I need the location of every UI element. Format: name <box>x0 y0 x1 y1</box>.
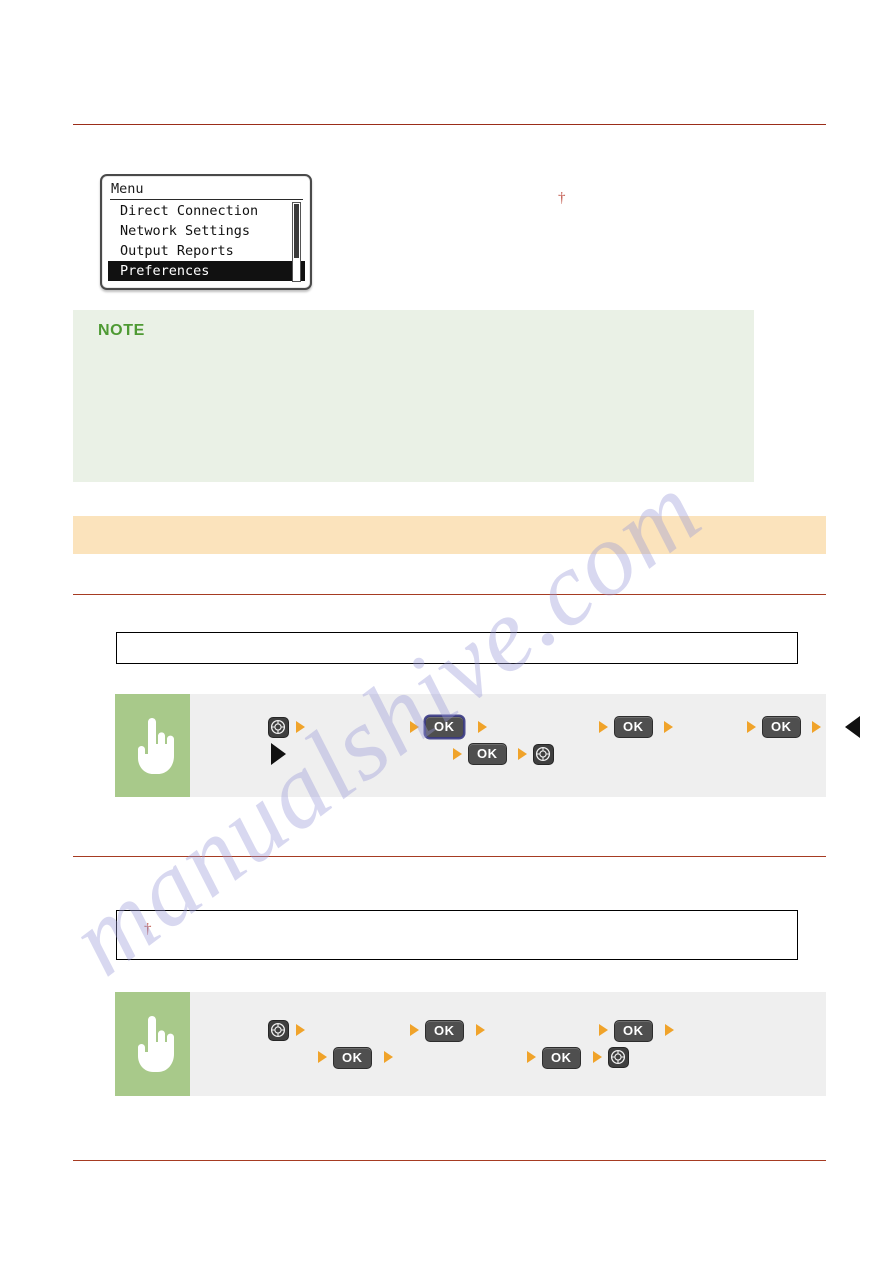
lcd-title: Menu <box>111 181 144 197</box>
flow-arrow-icon <box>593 1051 602 1063</box>
flow-arrow-icon <box>518 748 527 760</box>
flow-arrow-icon <box>296 721 305 733</box>
lcd-scrollbar-thumb[interactable] <box>294 204 299 258</box>
procedure-flow-two: OK OK OK OK <box>115 992 826 1096</box>
menu-key-icon[interactable] <box>608 1047 629 1068</box>
flow-arrow-icon <box>478 721 487 733</box>
flow-arrow-icon <box>665 1024 674 1036</box>
lcd-menu-list: Direct Connection Network Settings Outpu… <box>108 201 305 281</box>
ok-key[interactable]: OK <box>333 1047 372 1069</box>
flow-arrow-icon <box>410 1024 419 1036</box>
footnote-dagger-mark: † <box>144 921 152 937</box>
ok-key[interactable]: OK <box>542 1047 581 1069</box>
ok-key[interactable]: OK <box>425 1020 464 1042</box>
flow-arrow-icon <box>812 721 821 733</box>
footnote-dagger-mark: † <box>558 190 566 206</box>
flow-hand-panel <box>115 694 190 797</box>
flow-wrap-arrow-right-icon <box>271 743 286 765</box>
lcd-screen-body: Menu Direct Connection Network Settings … <box>100 174 312 290</box>
ok-key[interactable]: OK <box>762 716 801 738</box>
menu-key-icon[interactable] <box>533 744 554 765</box>
flow-arrow-icon <box>747 721 756 733</box>
flow-steps-one: OK OK OK OK <box>190 694 860 797</box>
lcd-menu-item-selected[interactable]: Preferences <box>108 261 305 281</box>
top-divider <box>73 124 826 125</box>
flow-arrow-icon <box>527 1051 536 1063</box>
flow-arrow-icon <box>664 721 673 733</box>
section-divider-one <box>73 594 826 595</box>
flow-arrow-icon <box>453 748 462 760</box>
menu-key-icon[interactable] <box>268 717 289 738</box>
ok-key[interactable]: OK <box>614 716 653 738</box>
pointing-hand-icon <box>137 717 174 774</box>
flow-arrow-icon <box>599 721 608 733</box>
setting-path-box-one <box>116 632 798 664</box>
lcd-title-divider <box>110 199 303 200</box>
lcd-menu-item[interactable]: Direct Connection <box>108 201 305 221</box>
flow-arrow-icon <box>296 1024 305 1036</box>
lcd-menu-item[interactable]: Network Settings <box>108 221 305 241</box>
section-divider-two <box>73 856 826 857</box>
flow-arrow-icon <box>318 1051 327 1063</box>
lcd-screen: Menu Direct Connection Network Settings … <box>100 174 312 290</box>
flow-steps-two: OK OK OK OK <box>190 992 826 1096</box>
ok-key[interactable]: OK <box>614 1020 653 1042</box>
section-banner <box>73 516 826 554</box>
procedure-flow-one: OK OK OK OK <box>115 694 860 797</box>
flow-hand-panel <box>115 992 190 1096</box>
bottom-divider <box>73 1160 826 1161</box>
note-label: NOTE <box>98 322 145 339</box>
flow-arrow-icon <box>410 721 419 733</box>
note-callout: NOTE <box>73 310 754 482</box>
lcd-menu-item[interactable]: Output Reports <box>108 241 305 261</box>
pointing-hand-icon <box>137 1016 174 1072</box>
flow-wrap-arrow-left-icon <box>845 716 860 738</box>
ok-key[interactable]: OK <box>425 716 464 738</box>
flow-arrow-icon <box>476 1024 485 1036</box>
menu-key-icon[interactable] <box>268 1020 289 1041</box>
flow-arrow-icon <box>384 1051 393 1063</box>
document-page: Menu Direct Connection Network Settings … <box>0 0 893 1263</box>
setting-path-box-two: † <box>116 910 798 960</box>
ok-key[interactable]: OK <box>468 743 507 765</box>
lcd-scrollbar[interactable] <box>292 202 301 282</box>
flow-arrow-icon <box>599 1024 608 1036</box>
